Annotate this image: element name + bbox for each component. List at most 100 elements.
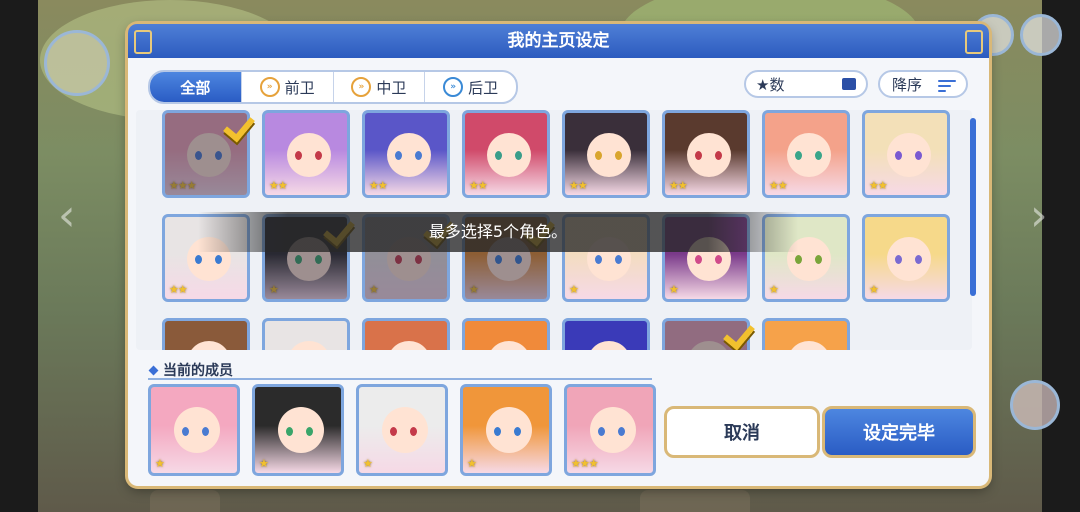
bg-expand-button <box>1020 14 1062 56</box>
bg-level-badge <box>44 30 110 96</box>
tab-all[interactable]: 全部 <box>150 72 242 102</box>
chevron-right-icon: » <box>351 77 372 97</box>
portrait-eye <box>895 255 902 264</box>
confirm-label: 设定完毕 <box>863 423 935 444</box>
scrollbar-thumb[interactable] <box>970 118 976 296</box>
cancel-label: 取消 <box>724 423 760 444</box>
member-portrait[interactable]: ★ <box>460 384 552 476</box>
character-card[interactable]: ★★ <box>762 110 850 198</box>
toast-message: 最多选择5个角色。 <box>428 222 568 241</box>
checkmark-icon <box>726 322 754 344</box>
portrait-eye <box>410 427 417 436</box>
portrait-face <box>687 133 731 177</box>
star-rating: ★ <box>869 283 879 296</box>
dialog-title: 我的主页设定 <box>507 31 610 51</box>
portrait-face <box>787 133 831 177</box>
tab-label: 全部 <box>180 78 211 97</box>
chevron-right-icon: » <box>443 77 464 97</box>
star-rating: ★ <box>259 457 269 470</box>
character-card[interactable]: ★★ <box>662 110 750 198</box>
sort-lines-icon <box>938 80 956 95</box>
sort-key-button[interactable]: ★数 <box>744 70 868 98</box>
diamond-icon <box>148 365 159 375</box>
portrait-eye <box>494 427 501 436</box>
portrait-face <box>382 407 428 453</box>
portrait-eye <box>286 427 293 436</box>
portrait-face <box>187 341 231 350</box>
portrait-eye <box>315 255 322 264</box>
portrait-eye <box>615 151 622 160</box>
portrait-face <box>887 237 931 281</box>
bg-bottom-tab <box>150 490 220 512</box>
member-portrait[interactable]: ★★★ <box>564 384 656 476</box>
portrait-eye <box>795 151 802 160</box>
star-rating: ★ <box>469 283 479 296</box>
portrait-eye <box>715 151 722 160</box>
sort-order-button[interactable]: 降序 <box>878 70 968 98</box>
character-card[interactable]: ★ <box>362 318 450 350</box>
character-card[interactable]: ★ <box>762 318 850 350</box>
bg-gift-button <box>1010 380 1060 430</box>
portrait-eye <box>295 255 302 264</box>
star-rating: ★★ <box>869 179 888 192</box>
member-portrait[interactable]: ★ <box>148 384 240 476</box>
header-ornament-right <box>965 30 983 54</box>
character-card[interactable]: ★★ <box>362 110 450 198</box>
star-rating: ★ <box>155 457 165 470</box>
tab-midguard[interactable]: » 中卫 <box>334 72 426 102</box>
portrait-eye <box>195 255 202 264</box>
header-ornament-left <box>134 30 152 54</box>
portrait-face <box>687 341 731 350</box>
portrait-eye <box>182 427 189 436</box>
portrait-face <box>587 341 631 350</box>
star-rating: ★★★ <box>571 457 599 470</box>
portrait-face <box>487 133 531 177</box>
chevron-right-icon: » <box>259 77 280 97</box>
character-card[interactable]: ★★ <box>462 110 550 198</box>
portrait-eye <box>915 255 922 264</box>
members-title-text: 当前的成员 <box>163 363 233 379</box>
portrait-eye <box>390 427 397 436</box>
star-rating: ★★ <box>269 179 288 192</box>
tab-rearguard[interactable]: » 后卫 <box>425 72 516 102</box>
portrait-face <box>787 341 831 350</box>
star-rating: ★ <box>569 283 579 296</box>
tab-vanguard[interactable]: » 前卫 <box>242 72 334 102</box>
member-portrait[interactable]: ★ <box>356 384 448 476</box>
checkmark-icon <box>226 114 254 136</box>
character-card[interactable]: ★ <box>462 318 550 350</box>
left-letterbox <box>0 0 38 512</box>
home-setting-dialog: 我的主页设定 全部 » 前卫 » 中卫 » 后卫 ★数 降序 ★★★ ★★ ★★ ★★… <box>128 24 989 486</box>
portrait-eye <box>215 151 222 160</box>
portrait-face <box>278 407 324 453</box>
portrait-eye <box>715 255 722 264</box>
character-card[interactable]: ★ <box>262 318 350 350</box>
selection-limit-toast: 最多选择5个角色。 <box>198 212 798 252</box>
portrait-eye <box>695 151 702 160</box>
portrait-eye <box>415 255 422 264</box>
star-rating: ★★ <box>169 283 188 296</box>
confirm-button[interactable]: 设定完毕 <box>822 406 976 458</box>
portrait-face <box>174 407 220 453</box>
star-rating: ★★ <box>369 179 388 192</box>
member-portrait[interactable]: ★ <box>252 384 344 476</box>
portrait-face <box>486 407 532 453</box>
portrait-eye <box>495 255 502 264</box>
star-rating: ★★ <box>469 179 488 192</box>
portrait-face <box>387 133 431 177</box>
bg-bottom-tab <box>640 490 750 512</box>
character-card[interactable]: ★ <box>562 318 650 350</box>
character-card[interactable]: ★★ <box>262 110 350 198</box>
portrait-face <box>587 133 631 177</box>
portrait-eye <box>415 151 422 160</box>
portrait-face <box>387 341 431 350</box>
character-card[interactable]: ★ <box>862 214 950 302</box>
portrait-face <box>590 407 636 453</box>
cancel-button[interactable]: 取消 <box>664 406 820 458</box>
character-card[interactable]: ★★ <box>562 110 650 198</box>
portrait-face <box>187 133 231 177</box>
portrait-eye <box>615 255 622 264</box>
character-card[interactable]: ★★ <box>862 110 950 198</box>
character-card[interactable]: ★ <box>162 318 250 350</box>
star-rating: ★★ <box>669 179 688 192</box>
